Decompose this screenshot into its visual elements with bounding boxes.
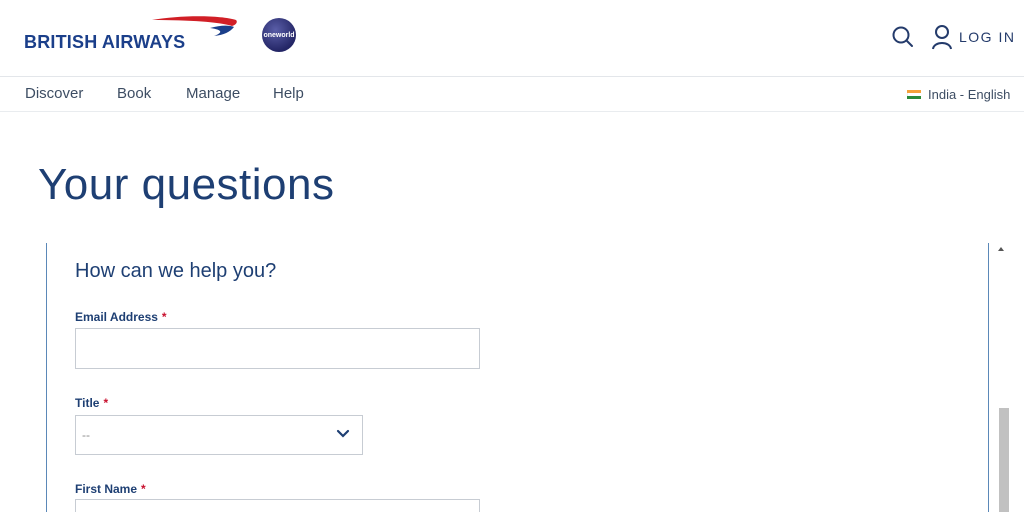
panel-border-right <box>988 243 989 512</box>
page-title: Your questions <box>38 160 335 209</box>
email-label-text: Email Address <box>75 310 158 324</box>
title-select-value: -- <box>82 428 90 442</box>
oneworld-logo[interactable]: oneworld <box>262 18 296 52</box>
search-icon <box>892 26 913 47</box>
locale-selector[interactable]: India - English <box>907 87 1010 102</box>
nav-divider <box>0 111 1024 112</box>
search-button[interactable] <box>891 25 915 49</box>
panel-border-left <box>46 243 47 512</box>
first-name-input[interactable] <box>75 499 480 512</box>
nav-manage[interactable]: Manage <box>186 85 240 102</box>
british-airways-logo[interactable]: BRITISH AIRWAYS <box>24 16 239 56</box>
locale-label: India - English <box>928 87 1011 102</box>
required-mark: * <box>103 396 109 410</box>
login-label: LOG IN <box>959 29 1016 45</box>
login-button[interactable]: LOG IN <box>931 24 1015 50</box>
email-input[interactable] <box>75 328 480 369</box>
form-scrollbar[interactable] <box>994 243 1010 512</box>
title-select[interactable]: -- <box>75 415 363 455</box>
title-label-text: Title <box>75 396 100 410</box>
india-flag-icon <box>907 89 921 100</box>
main-nav: Discover Book Manage Help India - Englis… <box>0 77 1024 111</box>
site-header: BRITISH AIRWAYS oneworld LOG IN <box>0 0 1024 76</box>
nav-book[interactable]: Book <box>117 85 151 102</box>
speedmarque-icon <box>152 16 237 36</box>
nav-help[interactable]: Help <box>273 85 304 102</box>
scroll-up-arrow-icon[interactable] <box>998 247 1004 251</box>
alliance-name: oneworld <box>263 31 295 39</box>
title-label: Title * <box>75 396 108 410</box>
form-heading: How can we help you? <box>75 260 277 282</box>
required-mark: * <box>161 310 167 324</box>
first-name-label-text: First Name <box>75 482 138 496</box>
chevron-down-icon <box>336 429 350 438</box>
email-label: Email Address * <box>75 310 167 324</box>
scrollbar-thumb[interactable] <box>999 408 1009 512</box>
nav-discover[interactable]: Discover <box>25 85 83 102</box>
first-name-label: First Name * <box>75 482 146 496</box>
user-icon <box>932 25 952 50</box>
required-mark: * <box>141 482 146 496</box>
